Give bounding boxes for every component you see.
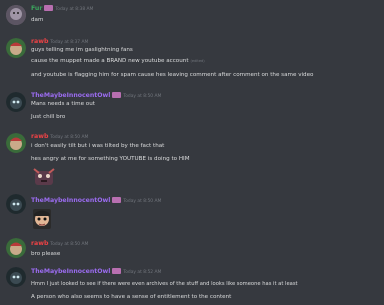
message-text: and youtube is flagging him for spam cau… — [31, 72, 314, 78]
role-badge-icon — [112, 92, 122, 98]
avatar[interactable] — [6, 238, 26, 258]
message-text: dam — [31, 17, 44, 23]
message-text: guys telling me im gaslightning fans — [31, 47, 133, 53]
timestamp: Today at 8:50 AM — [123, 94, 162, 99]
role-badge-icon — [112, 197, 122, 203]
username[interactable]: rawb — [31, 38, 48, 45]
role-badge-icon — [44, 5, 54, 11]
message-text: bro please — [31, 251, 61, 257]
chat-messages: Fur Today at 8:38 AM dam rawb Today at 8:… — [0, 0, 384, 305]
username[interactable]: TheMaybeInnocentOwl — [31, 197, 110, 204]
username[interactable]: rawb — [31, 133, 48, 140]
message-text: hes angry at me for something YOUTUBE is… — [31, 156, 190, 162]
timestamp: Today at 8:52 AM — [123, 270, 162, 275]
edited-label: (edited) — [190, 59, 205, 63]
message-header: rawb Today at 8:50 AM — [31, 240, 88, 249]
avatar[interactable] — [6, 267, 26, 287]
message-text: Just chill bro — [31, 114, 66, 120]
message-text: Hmm I just looked to see if there were e… — [31, 281, 298, 287]
message-header: TheMaybeInnocentOwl Today at 8:50 AM — [31, 197, 161, 206]
message-header: Fur Today at 8:38 AM — [31, 5, 93, 14]
message-header: TheMaybeInnocentOwl Today at 8:52 AM — [31, 268, 161, 277]
username[interactable]: rawb — [31, 240, 48, 247]
role-badge-icon — [112, 268, 122, 274]
username[interactable]: TheMaybeInnocentOwl — [31, 268, 110, 275]
username[interactable]: TheMaybeInnocentOwl — [31, 92, 110, 99]
message-header: rawb Today at 8:50 AM — [31, 133, 88, 142]
timestamp: Today at 8:50 AM — [50, 135, 89, 140]
avatar[interactable] — [6, 194, 26, 214]
avatar[interactable] — [6, 92, 26, 112]
message-text: A person who also seems to have a sense … — [31, 294, 232, 300]
avatar[interactable] — [6, 133, 26, 153]
message-text: i don't easily tilt but i was tilted by … — [31, 143, 165, 149]
timestamp: Today at 8:38 AM — [55, 7, 94, 12]
message-text: Mans needs a time out — [31, 101, 95, 107]
timestamp: Today at 8:37 AM — [50, 40, 89, 45]
avatar[interactable] — [6, 38, 26, 58]
message-text-content: cause the muppet made a BRAND new youtub… — [31, 58, 189, 64]
timestamp: Today at 8:50 AM — [123, 199, 162, 204]
message-text: cause the muppet made a BRAND new youtub… — [31, 57, 205, 65]
sticker-image[interactable] — [31, 165, 57, 189]
avatar[interactable] — [6, 5, 26, 25]
timestamp: Today at 8:50 AM — [50, 242, 89, 247]
username[interactable]: Fur — [31, 5, 42, 12]
sticker-image[interactable] — [31, 207, 53, 231]
